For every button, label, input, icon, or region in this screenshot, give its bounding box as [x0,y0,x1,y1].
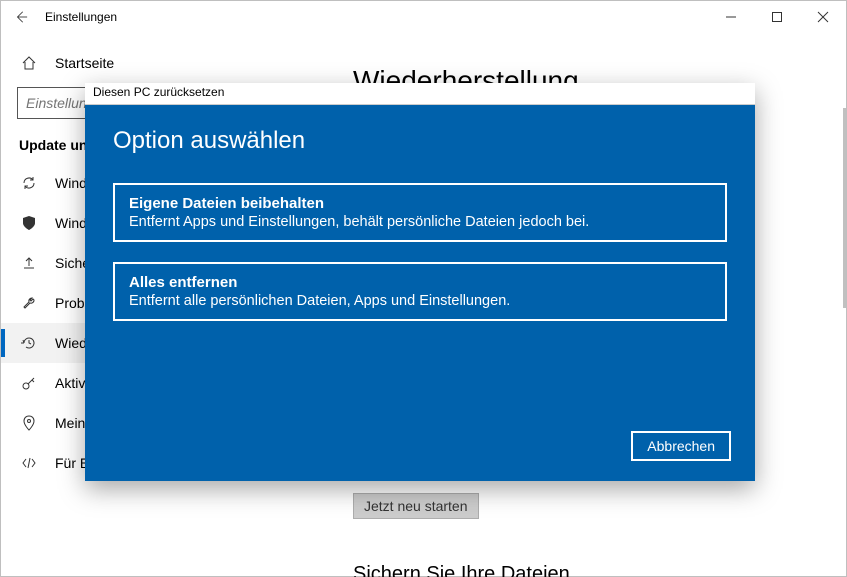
window-controls [708,1,846,33]
history-icon [19,335,39,351]
dialog-heading: Option auswählen [113,127,727,155]
shield-icon [19,215,39,231]
scrollbar[interactable] [843,108,846,308]
close-icon [818,12,828,22]
minimize-button[interactable] [708,1,754,33]
wrench-icon [19,295,39,311]
window-title: Einstellungen [45,10,117,24]
developer-icon [19,455,39,471]
arrow-left-icon [14,10,28,24]
minimize-icon [726,12,736,22]
option-title: Eigene Dateien beibehalten [129,195,711,212]
sidebar-home-label: Startseite [55,55,114,71]
titlebar: Einstellungen [1,1,846,33]
option-keep-files[interactable]: Eigene Dateien beibehalten Entfernt Apps… [113,183,727,242]
option-remove-all[interactable]: Alles entfernen Entfernt alle persönlich… [113,262,727,321]
home-icon [19,55,39,71]
option-desc: Entfernt Apps und Einstellungen, behält … [129,214,711,230]
settings-window: Einstellungen Startseite [0,0,847,577]
sidebar-home[interactable]: Startseite [1,45,329,81]
option-title: Alles entfernen [129,274,711,291]
maximize-button[interactable] [754,1,800,33]
dialog-title: Diesen PC zurücksetzen [85,83,755,105]
upload-icon [19,255,39,271]
reset-pc-dialog: Diesen PC zurücksetzen Option auswählen … [85,83,755,481]
back-button[interactable] [1,1,41,33]
sync-icon [19,175,39,191]
backup-heading: Sichern Sie Ihre Dateien [353,563,570,577]
option-desc: Entfernt alle persönlichen Dateien, Apps… [129,293,711,309]
location-icon [19,415,39,431]
key-icon [19,375,39,391]
maximize-icon [772,12,782,22]
restart-button[interactable]: Jetzt neu starten [353,493,479,519]
close-button[interactable] [800,1,846,33]
cancel-button[interactable]: Abbrechen [631,431,731,461]
